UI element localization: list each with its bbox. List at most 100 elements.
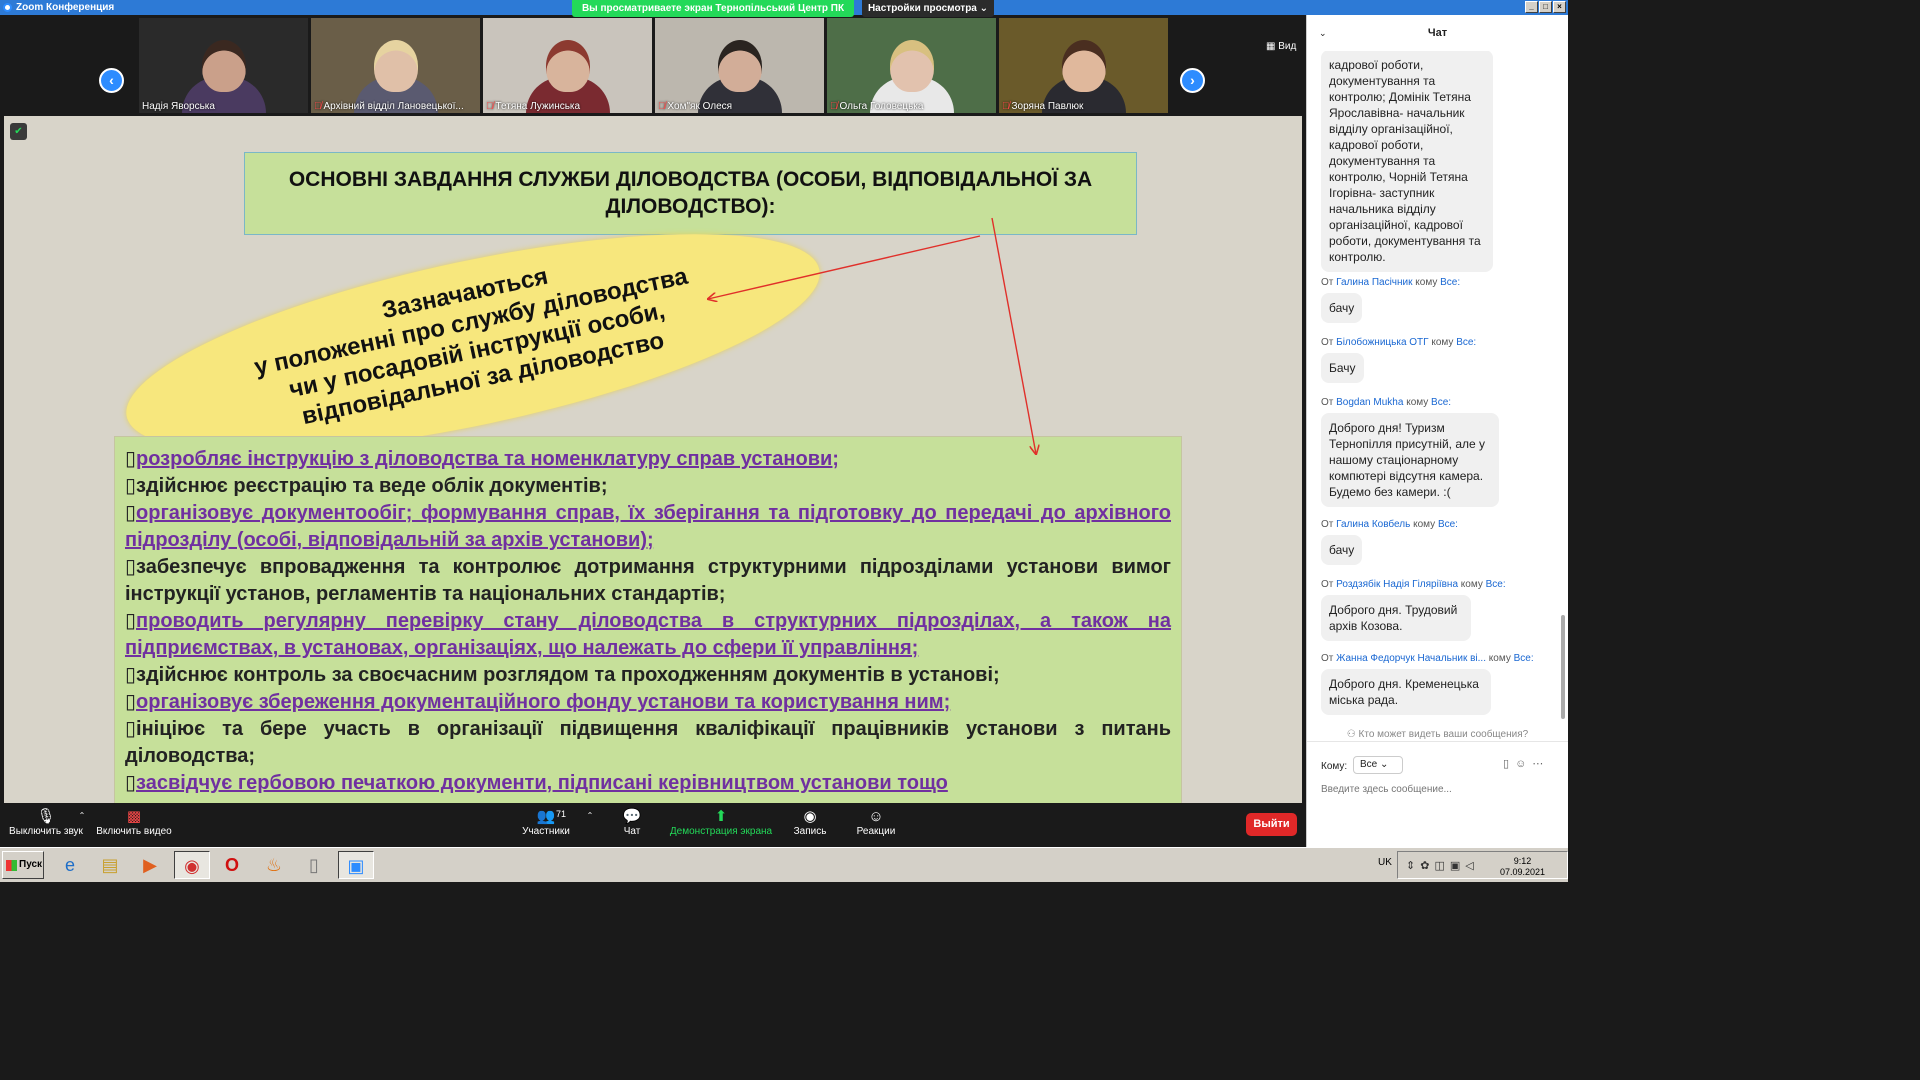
participant-face [373,40,418,92]
prev-page-button[interactable]: ‹ [99,68,124,93]
message-meta: От Галина Ковбель кому Все: [1321,519,1458,530]
to-label: Кому: [1321,761,1348,772]
video-strip: ‹ › ▦ Вид Надія Яворська 🎙̸ Архівний відді… [0,15,1306,116]
ie-icon[interactable]: e [52,851,88,879]
participant-tile[interactable]: 🎙̸ Тетяна Лужинська [483,18,652,113]
chrome-icon[interactable]: ◉ [174,851,210,879]
chevron-down-icon[interactable]: ⌄ [1319,15,1327,51]
message-bubble: Доброго дня. Трудовий архів Козова. [1321,595,1471,641]
windows-flag-icon [6,860,17,871]
message-recipient[interactable]: Все: [1438,519,1458,530]
smiley-icon: ☺ [868,808,884,825]
start-button[interactable]: Пуск [2,851,44,879]
chat-message: От Білобожницька ОТГ кому Все: Бачу [1321,337,1476,383]
chat-scrollbar[interactable] [1561,615,1565,719]
arrow-to-callout [708,235,981,299]
participant-name: 🎙̸ Ольга Головецька [830,101,924,112]
participant-tile[interactable]: 🎙̸ Ольга Головецька [827,18,996,113]
message-sender[interactable]: Білобожницька ОТГ [1336,337,1428,348]
chat-message: От Bogdan Mukha кому Все: Доброго дня! Ту… [1321,397,1499,507]
message-sender[interactable]: Галина Ковбель [1336,519,1410,530]
media-player-icon[interactable]: ▶ [132,851,168,879]
message-recipient[interactable]: Все: [1514,653,1534,664]
chat-messages[interactable]: кадрової роботи, документування та контр… [1307,51,1563,727]
start-video-button[interactable]: ▩ Включить видео [94,807,174,837]
participant-name: 🎙̸ Зоряна Павлюк [1002,101,1084,112]
volume-tray-icon[interactable]: ◁ [1465,860,1478,872]
printer-tray-icon[interactable]: ▣ [1450,860,1465,872]
participants-options-caret[interactable]: ⌃ [585,811,595,820]
zoom-taskbar-icon[interactable]: ▣ [338,851,374,879]
message-meta: От Білобожницька ОТГ кому Все: [1321,337,1477,348]
message-bubble: Бачу [1321,353,1364,383]
participant-tile[interactable]: Надія Яворська [139,18,308,113]
chat-header: ⌄ Чат [1307,15,1568,51]
mic-muted-icon: 🎙̸ [830,101,838,112]
document-icon[interactable]: ▯ [296,851,332,879]
message-sender[interactable]: Жанна Федорчук Начальник ві... [1336,653,1486,664]
message-recipient[interactable]: Все: [1456,337,1476,348]
message-meta: От Bogdan Mukha кому Все: [1321,397,1452,408]
participant-face [201,40,246,92]
tray-expand-icon[interactable]: ⇕ [1406,860,1420,872]
emoji-icon[interactable]: ☺ [1515,758,1532,770]
chat-input-area: Кому: Все ⌄ ▯☺⋯ [1307,741,1568,847]
os-taskbar: Пуск e ▤ ▶ ◉ O ♨ ▯ ▣ UK ⇕✿◫▣◁ 9:12 07.09.… [0,847,1568,882]
explorer-icon[interactable]: ▤ [92,851,128,879]
opera-icon[interactable]: O [214,851,250,879]
app-icon[interactable]: ♨ [256,851,292,879]
chat-message: От Галина Ковбель кому Все: бачу [1321,519,1458,565]
message-bubble: Доброго дня. Кременецька міська рада. [1321,669,1491,715]
participant-face [1061,40,1106,92]
security-tray-icon[interactable]: ✿ [1420,860,1434,872]
privacy-link[interactable]: ⚇ Кто может видеть ваши сообщения? [1307,729,1568,740]
people-icon: ⚇ [1346,729,1359,740]
view-button[interactable]: ▦ Вид [1266,41,1296,52]
share-screen-icon: ⬆ [714,808,728,825]
chat-message: кадрової роботи, документування та контр… [1321,51,1493,272]
view-options-dropdown[interactable]: Настройки просмотра ⌄ [862,0,994,17]
record-button[interactable]: ◉ Запись [790,807,830,837]
message-recipient[interactable]: Все: [1431,397,1451,408]
participant-tile[interactable]: 🎙̸ Зоряна Павлюк [999,18,1168,113]
message-sender[interactable]: Галина Пасічник [1336,277,1412,288]
message-recipient[interactable]: Все: [1486,579,1506,590]
recipient-select[interactable]: Все ⌄ [1353,756,1403,774]
share-screen-button[interactable]: ⬆ Демонстрация экрана [668,807,774,837]
close-button[interactable]: × [1553,1,1566,13]
message-bubble: кадрової роботи, документування та контр… [1321,51,1493,272]
message-recipient[interactable]: Все: [1440,277,1460,288]
participant-tile[interactable]: 🎙̸ Архівний відділ Лановецької... [311,18,480,113]
chat-message-input[interactable] [1321,784,1551,795]
participant-face [717,40,762,92]
reactions-button[interactable]: ☺ Реакции [852,807,900,837]
participants-button[interactable]: 👥 71 Участники [518,807,574,837]
network-tray-icon[interactable]: ◫ [1434,860,1449,872]
more-icon[interactable]: ⋯ [1532,758,1549,770]
microphone-icon: 🎙 [36,808,56,825]
participant-face [889,40,934,92]
participant-tile[interactable]: 🎙̸ Хом"як Олеся [655,18,824,113]
record-icon: ◉ [803,808,817,825]
chat-message: От Жанна Федорчук Начальник ві... кому В… [1321,653,1534,715]
message-sender[interactable]: Bogdan Mukha [1336,397,1403,408]
audio-options-caret[interactable]: ⌃ [78,811,86,820]
mic-muted-icon: 🎙̸ [486,101,494,112]
next-page-button[interactable]: › [1180,68,1205,93]
clock[interactable]: 9:12 07.09.2021 [1500,856,1545,878]
maximize-button[interactable]: □ [1539,1,1552,13]
system-tray: ⇕✿◫▣◁ 9:12 07.09.2021 [1397,851,1568,879]
participant-name: Надія Яворська [142,101,215,112]
mute-button[interactable]: 🎙 Выключить звук [6,807,86,837]
window-title: Zoom Конференция [16,2,115,13]
language-indicator[interactable]: UK [1378,857,1392,868]
chat-button[interactable]: 💬 Чат [614,807,650,837]
meeting-toolbar: 🎙 Выключить звук ⌃ ▩ Включить видео 👥 71… [0,803,1306,847]
tray-icons: ⇕✿◫▣◁ [1406,859,1479,872]
leave-button[interactable]: Выйти [1246,813,1297,836]
file-icon[interactable]: ▯ [1503,758,1515,770]
message-bubble: бачу [1321,535,1363,565]
minimize-button[interactable]: _ [1525,1,1538,13]
annotation-arrows [4,217,1302,803]
message-sender[interactable]: Роздзябік Надія Гіляріївна [1336,579,1458,590]
